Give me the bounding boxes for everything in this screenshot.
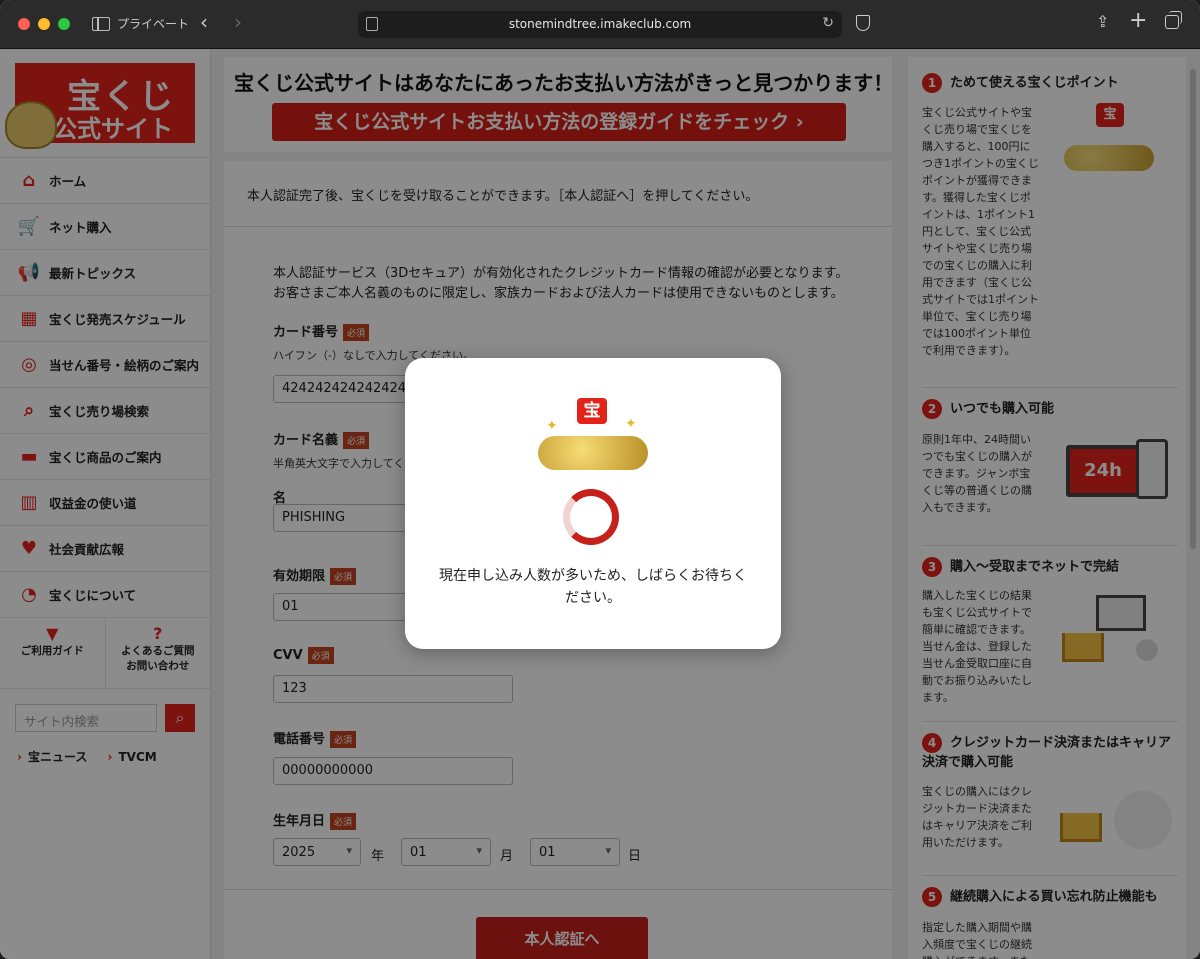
coins-icon (538, 436, 648, 470)
tab-overview-icon[interactable] (1165, 11, 1182, 29)
address-bar[interactable]: stonemindtree.imakeclub.com ↻ (358, 11, 842, 38)
privacy-shield-icon[interactable] (856, 15, 870, 31)
loading-modal: 宝 ✦ ✦ 現在申し込み人数が多いため、しばらくお待ちください。 (405, 358, 781, 649)
url-text: stonemindtree.imakeclub.com (508, 17, 692, 31)
browser-window: プライベート ‹ › stonemindtree.imakeclub.com ↻… (0, 0, 1200, 959)
minimize-window-button[interactable] (38, 18, 50, 30)
browser-toolbar: プライベート ‹ › stonemindtree.imakeclub.com ↻… (0, 0, 1200, 49)
sidebar-toggle-icon[interactable] (92, 17, 110, 31)
forward-button[interactable]: › (234, 10, 242, 34)
tab-group-label[interactable]: プライベート (117, 15, 189, 32)
close-window-button[interactable] (18, 18, 30, 30)
share-icon[interactable]: ⇪ (1096, 12, 1109, 31)
loading-spinner-icon (563, 489, 619, 545)
wait-message: 現在申し込み人数が多いため、しばらくお待ちください。 (439, 568, 747, 606)
new-tab-button[interactable]: + (1129, 8, 1147, 33)
sparkle-icon: ✦ (546, 418, 558, 434)
reload-icon[interactable]: ↻ (822, 15, 834, 31)
back-button[interactable]: ‹ (200, 10, 208, 34)
takara-point-logo: 宝 (577, 398, 607, 424)
zoom-window-button[interactable] (58, 18, 70, 30)
sparkle-icon: ✦ (625, 416, 637, 432)
